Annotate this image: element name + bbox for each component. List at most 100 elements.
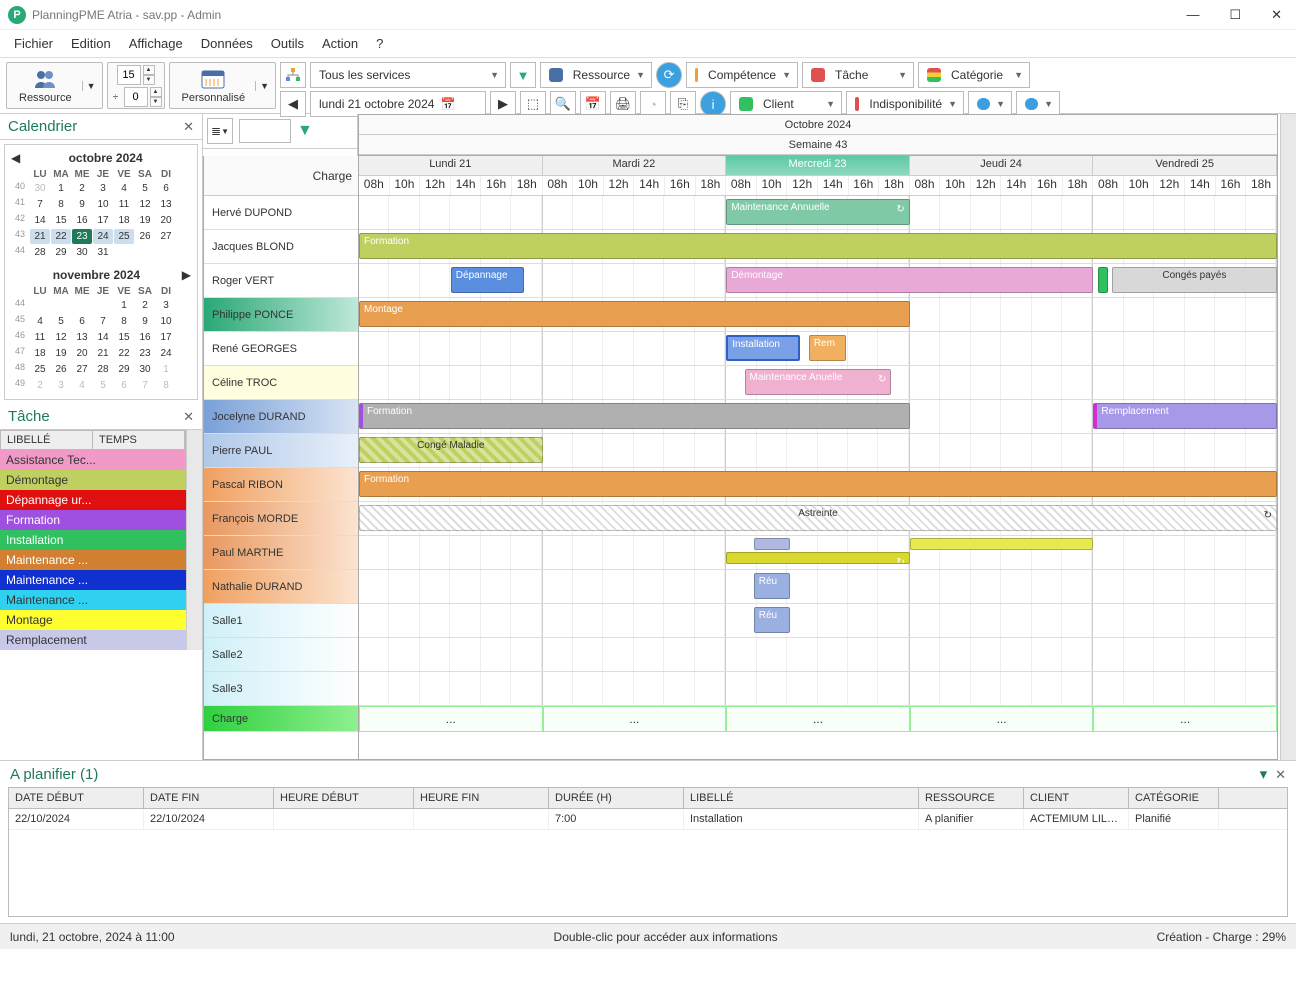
gantt-bar[interactable]: Maintenance Anuelle ↻: [745, 369, 892, 395]
gantt-row[interactable]: Montage: [359, 298, 1277, 332]
search-input[interactable]: [239, 119, 291, 143]
cal-day[interactable]: 7: [93, 314, 113, 329]
cal-day[interactable]: 18: [114, 213, 134, 228]
gantt-bar[interactable]: ↻: [726, 552, 910, 564]
prev-month[interactable]: ◀: [11, 151, 20, 165]
cal-day[interactable]: 26: [51, 362, 71, 377]
menu-outils[interactable]: Outils: [271, 36, 304, 51]
resource-row[interactable]: Nathalie DURAND: [204, 570, 358, 604]
cal-day[interactable]: 24: [156, 346, 176, 361]
cal-day[interactable]: 25: [114, 229, 134, 244]
cal-day[interactable]: 23: [72, 229, 92, 244]
cal-day[interactable]: 17: [93, 213, 113, 228]
hierarchy-icon[interactable]: [280, 62, 306, 88]
gantt-row[interactable]: DépannageDémontageCongés payés: [359, 264, 1277, 298]
gantt-bar[interactable]: Installation: [726, 335, 799, 361]
categorie-combo[interactable]: Catégorie▼: [918, 62, 1030, 88]
cal-day[interactable]: 16: [72, 213, 92, 228]
close-button[interactable]: ✕: [1265, 5, 1288, 25]
view-dropdown[interactable]: ▼: [255, 81, 273, 91]
resource-row[interactable]: Céline TROC: [204, 366, 358, 400]
filter-icon[interactable]: ▼: [297, 122, 313, 140]
cal-day[interactable]: 21: [30, 229, 50, 244]
gantt-row[interactable]: InstallationRem: [359, 332, 1277, 366]
cal-day[interactable]: 5: [93, 378, 113, 393]
cal-day[interactable]: 22: [51, 229, 71, 244]
task-item[interactable]: Dépannage ur...: [0, 490, 186, 510]
cal-day[interactable]: 9: [135, 314, 155, 329]
resource-row[interactable]: Paul MARTHE: [204, 536, 358, 570]
cal-day[interactable]: 18: [30, 346, 50, 361]
cal-day[interactable]: 15: [114, 330, 134, 345]
cal-day[interactable]: 10: [156, 314, 176, 329]
cal-day[interactable]: 16: [135, 330, 155, 345]
cal-day[interactable]: 20: [156, 213, 176, 228]
gantt-row[interactable]: Réu: [359, 604, 1277, 638]
gantt-bar[interactable]: Remplacement: [1093, 403, 1277, 429]
cal-day[interactable]: 2: [72, 181, 92, 196]
cal-day[interactable]: 14: [30, 213, 50, 228]
gantt-row[interactable]: [359, 638, 1277, 672]
cal-day[interactable]: [135, 245, 155, 260]
cal-day[interactable]: 30: [135, 362, 155, 377]
cal-day[interactable]: 1: [114, 298, 134, 313]
cal-day[interactable]: 22: [114, 346, 134, 361]
cal-day[interactable]: 3: [156, 298, 176, 313]
cal-day[interactable]: 8: [51, 197, 71, 212]
gantt-row[interactable]: Réu: [359, 570, 1277, 604]
gantt-bar[interactable]: Démontage: [726, 267, 1093, 293]
cal-day[interactable]: 4: [30, 314, 50, 329]
gantt-row[interactable]: Maintenance Anuelle ↻: [359, 366, 1277, 400]
cal-day[interactable]: 30: [72, 245, 92, 260]
resource-row[interactable]: Hervé DUPOND: [204, 196, 358, 230]
cal-day[interactable]: 13: [156, 197, 176, 212]
refresh-icon[interactable]: ⟳: [656, 62, 682, 88]
cal-day[interactable]: [30, 298, 50, 313]
filter-button[interactable]: ▼: [510, 62, 536, 88]
gantt-bar[interactable]: Astreinte ↻: [359, 505, 1277, 531]
cal-day[interactable]: 2: [135, 298, 155, 313]
cal-day[interactable]: 27: [72, 362, 92, 377]
gantt-bar[interactable]: Réu: [754, 573, 791, 599]
cal-day[interactable]: 6: [156, 181, 176, 196]
cal-day[interactable]: 12: [51, 330, 71, 345]
cal-day[interactable]: [156, 245, 176, 260]
cal-day[interactable]: [114, 245, 134, 260]
close-icon[interactable]: ✕: [183, 119, 194, 135]
scrollbar[interactable]: [186, 430, 202, 650]
cal-day[interactable]: 1: [156, 362, 176, 377]
cal-day[interactable]: 28: [30, 245, 50, 260]
gantt-row[interactable]: FormationRemplacement: [359, 400, 1277, 434]
cal-day[interactable]: 1: [51, 181, 71, 196]
scrollbar[interactable]: [1280, 114, 1296, 760]
cal-day[interactable]: 26: [135, 229, 155, 244]
cal-day[interactable]: 3: [93, 181, 113, 196]
task-item[interactable]: Formation: [0, 510, 186, 530]
cal-day[interactable]: 10: [93, 197, 113, 212]
gantt-row[interactable]: Formation: [359, 230, 1277, 264]
cal-day[interactable]: 7: [30, 197, 50, 212]
task-item[interactable]: Maintenance ...: [0, 590, 186, 610]
cal-day[interactable]: 30: [30, 181, 50, 196]
planner-row[interactable]: 22/10/202422/10/20247:00InstallationA pl…: [9, 809, 1287, 830]
gantt-bar[interactable]: [1098, 267, 1108, 293]
cal-day[interactable]: 25: [30, 362, 50, 377]
resource-row[interactable]: François MORDE: [204, 502, 358, 536]
menu-?[interactable]: ?: [376, 36, 383, 51]
maximize-button[interactable]: ☐: [1223, 5, 1247, 25]
cal-day[interactable]: 31: [93, 245, 113, 260]
cal-day[interactable]: [72, 298, 92, 313]
resource-row[interactable]: René GEORGES: [204, 332, 358, 366]
personnalise-button[interactable]: Personnalisé: [172, 66, 256, 106]
cal-day[interactable]: 17: [156, 330, 176, 345]
spin-offset[interactable]: [124, 87, 148, 107]
gantt-bar[interactable]: Montage: [359, 301, 910, 327]
competence-combo[interactable]: Compétence▼: [686, 62, 798, 88]
resource-row[interactable]: Pierre PAUL: [204, 434, 358, 468]
cal-day[interactable]: 14: [93, 330, 113, 345]
task-item[interactable]: Remplacement: [0, 630, 186, 650]
menu-données[interactable]: Données: [201, 36, 253, 51]
cal-day[interactable]: 13: [72, 330, 92, 345]
cal-day[interactable]: 20: [72, 346, 92, 361]
ressource-button[interactable]: Ressource: [9, 66, 82, 106]
